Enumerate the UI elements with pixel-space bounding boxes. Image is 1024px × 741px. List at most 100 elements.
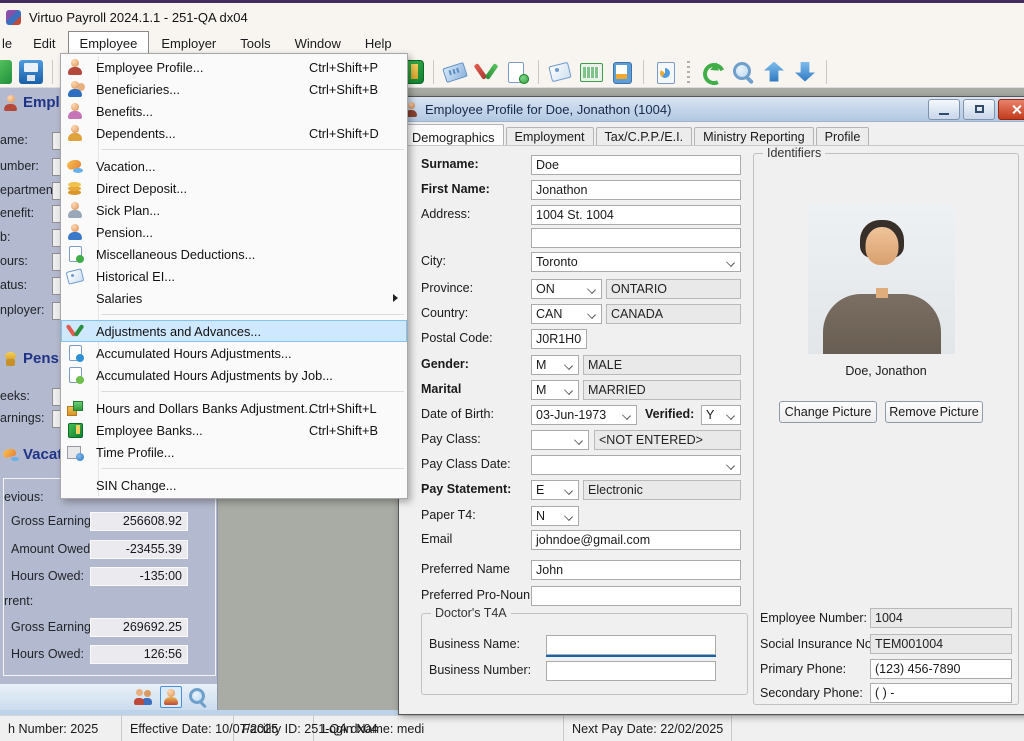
menu-item-label: Accumulated Hours Adjustments... [96,346,292,361]
menu-item[interactable]: Direct Deposit... [61,177,407,199]
document-deduction-icon [66,245,84,263]
report-clipboard-icon[interactable] [610,60,634,84]
profile-tab[interactable]: Profile [816,127,870,145]
menu-item[interactable]: Adjustments and Advances... [61,320,407,342]
tag-icon[interactable] [548,60,572,84]
menu-item[interactable] [61,144,407,155]
toolbar-separator[interactable] [433,60,434,84]
titlebar: Virtuo Payroll 2024.1.1 - 251-QA dx04 [0,3,1024,31]
stamp-icon[interactable] [443,60,467,84]
menu-item-label: Time Profile... [96,445,174,460]
gender-combobox[interactable]: M [531,355,579,375]
menu-item[interactable]: Dependents... Ctrl+Shift+D [61,122,407,144]
menu-item[interactable]: Accumulated Hours Adjustments by Job... [61,364,407,386]
person-icon[interactable] [160,686,182,708]
tools-icon [66,322,84,340]
profile-tab[interactable]: Employment [506,127,594,145]
up-arrow-icon[interactable] [762,60,786,84]
search-icon[interactable] [187,686,209,708]
menu-item-label: Benefits... [96,104,153,119]
menu-item[interactable]: SIN Change... [61,474,407,496]
postal-code-input[interactable]: J0R1H0 [531,329,587,349]
paper-t4-combobox[interactable]: N [531,506,579,526]
employee-panel-toolbar [0,684,218,710]
restore-button[interactable] [963,99,995,120]
menu-bar-item[interactable]: Window [283,31,353,55]
toolbar-separator[interactable] [643,60,644,84]
business-name-input[interactable] [546,635,716,655]
city-combobox[interactable]: Toronto [531,252,741,272]
pay-class-combobox[interactable] [531,430,589,450]
primary-phone-input[interactable]: (123) 456-7890 [870,659,1012,679]
menu-item[interactable]: Employee Profile... Ctrl+Shift+P [61,56,407,78]
menu-item[interactable]: Accumulated Hours Adjustments... [61,342,407,364]
menu-item[interactable] [61,463,407,474]
refresh-icon[interactable] [700,60,724,84]
profile-tab[interactable]: Demographics [403,124,504,145]
pension-field-label: arnings: [0,411,44,425]
menu-item[interactable]: Pension... [61,221,407,243]
business-number-input[interactable] [546,661,716,681]
menu-bar-item[interactable]: le [0,31,21,55]
menu-item[interactable]: Vacation... [61,155,407,177]
postal-code-label: Postal Code: [421,331,493,345]
save-icon[interactable] [19,60,43,84]
toolbar-separator-dotted[interactable] [687,61,690,83]
menu-item[interactable]: Historical EI... [61,265,407,287]
profile-window-titlebar[interactable]: Employee Profile for Doe, Jonathon (1004… [399,97,1024,122]
menu-item-shortcut: Ctrl+Shift+D [309,126,379,141]
tools-icon[interactable] [474,60,498,84]
preferred-name-input[interactable]: John [531,560,741,580]
document-remove-icon[interactable] [505,60,529,84]
menu-item[interactable]: Time Profile... [61,441,407,463]
verified-label: Verified: [645,407,694,421]
menu-item[interactable]: Salaries [61,287,407,309]
country-label: Country: [421,306,468,320]
toolbar-separator[interactable] [826,60,827,84]
preferred-pronoun-input[interactable] [531,586,741,606]
down-arrow-icon[interactable] [793,60,817,84]
menu-item[interactable]: Beneficiaries... Ctrl+Shift+B [61,78,407,100]
pay-statement-combobox[interactable]: E [531,480,579,500]
surname-input[interactable]: Doe [531,155,741,175]
menu-item[interactable]: Employee Banks... Ctrl+Shift+B [61,419,407,441]
menu-item[interactable] [61,309,407,320]
menu-item[interactable]: Miscellaneous Deductions... [61,243,407,265]
remove-picture-button[interactable]: Remove Picture [885,401,983,423]
menu-item[interactable]: Hours and Dollars Banks Adjustment... Ct… [61,397,407,419]
search-icon[interactable] [731,60,755,84]
province-name-value: ONTARIO [606,279,741,299]
country-combobox[interactable]: CAN [531,304,602,324]
marital-combobox[interactable]: M [531,380,579,400]
toolbar-separator[interactable] [52,60,53,84]
toolbar-separator[interactable] [538,60,539,84]
first-name-input[interactable]: Jonathon [531,180,741,200]
menu-item[interactable] [61,386,407,397]
close-button[interactable] [998,99,1024,120]
menu-item[interactable]: Sick Plan... [61,199,407,221]
verified-combobox[interactable]: Y [701,405,741,425]
chart-document-icon[interactable] [653,60,677,84]
menu-bar-item[interactable]: Tools [228,31,282,55]
address-line2-input[interactable] [531,228,741,248]
change-picture-button[interactable]: Change Picture [779,401,877,423]
menu-bar-item[interactable]: Help [353,31,404,55]
deposit-icon [66,179,84,197]
address-line1-input[interactable]: 1004 St. 1004 [531,205,741,225]
pay-class-date-combobox[interactable] [531,455,741,475]
profile-tab[interactable]: Tax/C.P.P./E.I. [596,127,693,145]
province-combobox[interactable]: ON [531,279,602,299]
menu-bar-item[interactable]: Employee [68,31,150,55]
people-icon[interactable] [133,686,155,708]
secondary-phone-input[interactable]: ( ) - [870,683,1012,703]
minimize-button[interactable] [928,99,960,120]
profile-tab[interactable]: Ministry Reporting [694,127,813,145]
vacation-row: rrent: [4,592,215,612]
clipped-green-icon[interactable] [0,60,12,84]
menu-bar-item[interactable]: Employer [149,31,228,55]
menu-bar-item[interactable]: Edit [21,31,67,55]
menu-item[interactable]: Benefits... [61,100,407,122]
calendar-icon[interactable] [579,60,603,84]
date-of-birth-combobox[interactable]: 03-Jun-1973 [531,405,637,425]
email-input[interactable]: johndoe@gmail.com [531,530,741,550]
